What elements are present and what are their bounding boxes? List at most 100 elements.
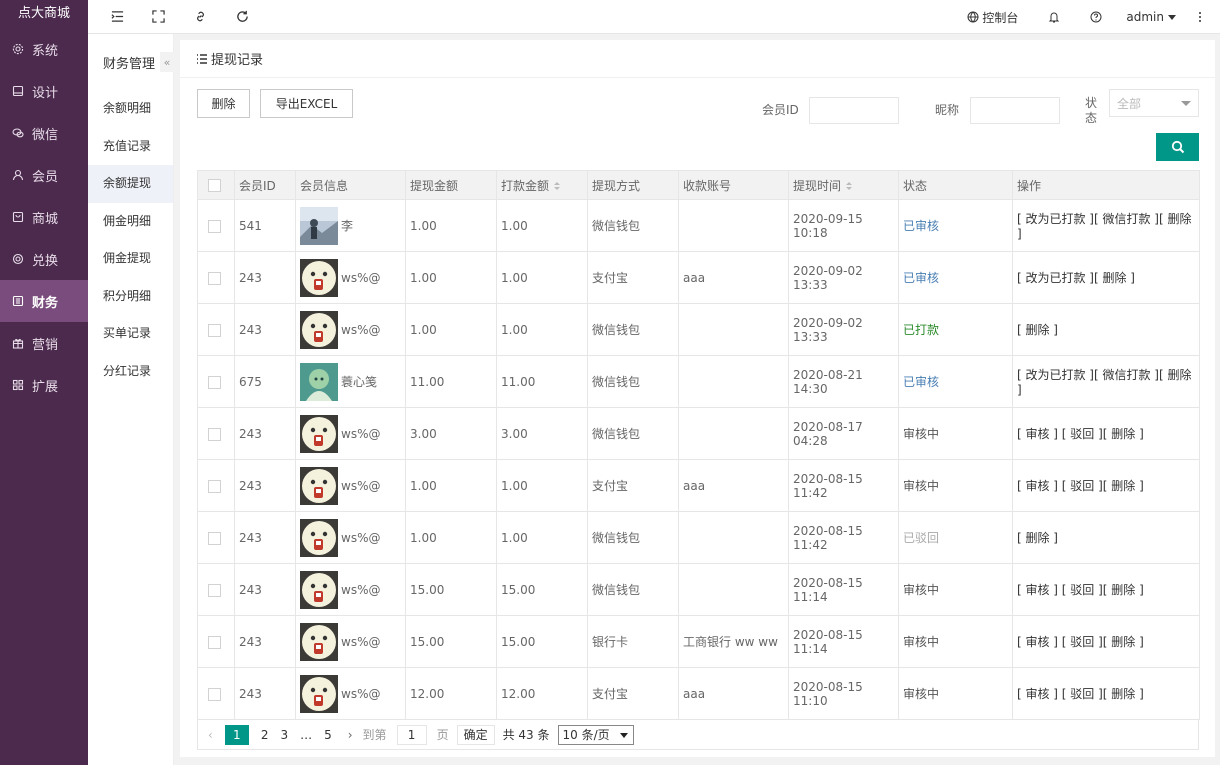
sidebar-item-label: 会员 xyxy=(32,169,59,185)
sort-icon[interactable] xyxy=(846,182,853,190)
row-actions[interactable]: [ 审核 ] [ 驳回 ][ 删除 ] xyxy=(1017,635,1144,649)
sidebar-item-6[interactable]: 财务 xyxy=(0,280,88,322)
row-actions[interactable]: [ 删除 ] xyxy=(1017,323,1058,337)
avatar xyxy=(300,466,341,505)
page-ellipsis: … xyxy=(300,727,313,742)
avatar xyxy=(300,362,341,401)
page-2[interactable]: 2 xyxy=(261,728,269,742)
notification-button[interactable] xyxy=(1048,11,1060,23)
account-cell: aaa xyxy=(678,251,789,304)
member-id-input[interactable] xyxy=(809,97,899,124)
column-header: 状态 xyxy=(898,170,1013,200)
row-checkbox[interactable] xyxy=(208,583,221,597)
time-value: 2020-08-21 14:30 xyxy=(793,367,863,396)
caret-down-icon xyxy=(1168,14,1176,20)
member-info-cell: ws%@ xyxy=(295,511,406,564)
row-checkbox[interactable] xyxy=(208,375,221,389)
subnav-item-3[interactable]: 佣金明细 xyxy=(88,203,173,241)
sidebar-item-2[interactable]: 微信 xyxy=(0,112,88,154)
console-label: 控制台 xyxy=(982,10,1019,25)
subnav-item-7[interactable]: 分红记录 xyxy=(88,353,173,391)
row-actions[interactable]: [ 改为已打款 ][ 微信打款 ][ 删除 ] xyxy=(1017,212,1191,241)
sidebar-item-3[interactable]: 会员 xyxy=(0,154,88,196)
row-actions[interactable]: [ 删除 ] xyxy=(1017,531,1058,545)
subnav-item-4[interactable]: 佣金提现 xyxy=(88,240,173,278)
goto-confirm-button[interactable]: 确定 xyxy=(456,724,495,745)
subnav-item-5[interactable]: 积分明细 xyxy=(88,278,173,316)
row-actions[interactable]: [ 审核 ] [ 驳回 ][ 删除 ] xyxy=(1017,687,1144,701)
prev-page-icon[interactable]: ‹ xyxy=(208,728,213,742)
user-menu[interactable]: admin xyxy=(1126,10,1176,24)
sidebar-item-4[interactable]: 商城 xyxy=(0,196,88,238)
amount-value: 1.00 xyxy=(410,478,437,493)
column-header-label: 提现金额 xyxy=(410,178,459,193)
row-checkbox[interactable] xyxy=(208,219,221,233)
nickname-input[interactable] xyxy=(970,97,1060,124)
select-all-checkbox[interactable] xyxy=(208,179,221,192)
row-checkbox[interactable] xyxy=(208,635,221,649)
sidebar-item-5[interactable]: 兑换 xyxy=(0,238,88,280)
status-cell: 审核中 xyxy=(898,563,1013,616)
row-actions[interactable]: [ 审核 ] [ 驳回 ][ 删除 ] xyxy=(1017,583,1144,597)
delete-button[interactable]: 删除 xyxy=(197,89,250,118)
actions-cell: [ 审核 ] [ 驳回 ][ 删除 ] xyxy=(1012,407,1200,460)
help-button[interactable] xyxy=(1090,11,1102,23)
refresh-icon[interactable] xyxy=(234,8,250,24)
id-cell: 541 xyxy=(234,199,296,252)
page-size-select[interactable]: 10 条/页 xyxy=(557,724,634,745)
sidebar-item-7[interactable]: 营销 xyxy=(0,322,88,364)
next-page-icon[interactable]: › xyxy=(348,728,353,742)
row-checkbox[interactable] xyxy=(208,531,221,545)
row-select-cell xyxy=(197,563,235,616)
row-actions[interactable]: [ 审核 ] [ 驳回 ][ 删除 ] xyxy=(1017,479,1144,493)
row-actions[interactable]: [ 改为已打款 ][ 微信打款 ][ 删除 ] xyxy=(1017,368,1191,397)
time-cell: 2020-09-02 13:33 xyxy=(788,251,899,304)
row-checkbox[interactable] xyxy=(208,323,221,337)
sidebar-item-1[interactable]: 设计 xyxy=(0,70,88,112)
amount-cell: 12.00 xyxy=(405,667,497,720)
column-header[interactable]: 打款金额 xyxy=(496,170,588,200)
member-info: ws%@ xyxy=(300,518,401,557)
time-cell: 2020-08-15 11:42 xyxy=(788,459,899,512)
console-link[interactable]: 控制台 xyxy=(967,9,1018,26)
id-value: 243 xyxy=(239,270,262,285)
total-count: 共 43 条 xyxy=(502,728,550,742)
row-checkbox[interactable] xyxy=(208,687,221,701)
page-3[interactable]: 3 xyxy=(280,728,288,742)
column-header[interactable]: 提现时间 xyxy=(788,170,899,200)
method-value: 银行卡 xyxy=(592,635,629,649)
page-1[interactable]: 1 xyxy=(224,724,249,745)
status-select[interactable]: 全部 xyxy=(1109,89,1199,117)
collapse-subnav-button[interactable]: « xyxy=(160,52,174,72)
status-cell: 审核中 xyxy=(898,459,1013,512)
time-value: 2020-08-15 11:42 xyxy=(793,471,863,500)
more-menu-button[interactable] xyxy=(1198,11,1202,23)
subnav-item-2[interactable]: 余额提现 xyxy=(88,165,173,203)
paid-value: 12.00 xyxy=(501,686,536,701)
search-button[interactable] xyxy=(1156,133,1199,161)
subnav-item-1[interactable]: 充值记录 xyxy=(88,128,173,166)
method-value: 支付宝 xyxy=(592,479,629,493)
method-value: 支付宝 xyxy=(592,687,629,701)
export-excel-button[interactable]: 导出EXCEL xyxy=(260,89,353,118)
fullscreen-icon[interactable] xyxy=(150,8,166,24)
row-checkbox[interactable] xyxy=(208,479,221,493)
sort-icon[interactable] xyxy=(554,182,561,190)
member-info-cell: ws%@ xyxy=(295,615,406,668)
row-checkbox[interactable] xyxy=(208,271,221,285)
menu-toggle-icon[interactable] xyxy=(109,8,125,24)
link-icon[interactable] xyxy=(192,8,208,24)
row-checkbox[interactable] xyxy=(208,427,221,441)
row-actions[interactable]: [ 改为已打款 ][ 删除 ] xyxy=(1017,271,1135,285)
method-cell: 微信钱包 xyxy=(587,407,679,460)
page-5[interactable]: 5 xyxy=(324,728,332,742)
row-actions[interactable]: [ 审核 ] [ 驳回 ][ 删除 ] xyxy=(1017,427,1144,441)
subnav-item-6[interactable]: 买单记录 xyxy=(88,315,173,353)
sidebar-item-0[interactable]: 系统 xyxy=(0,28,88,70)
sidebar-item-8[interactable]: 扩展 xyxy=(0,364,88,406)
paid-cell: 1.00 xyxy=(496,199,588,252)
subnav-item-0[interactable]: 余额明细 xyxy=(88,90,173,128)
sidebar-item-label: 扩展 xyxy=(32,379,59,395)
goto-page-input[interactable]: 1 xyxy=(396,724,427,745)
gift-icon xyxy=(12,337,24,349)
